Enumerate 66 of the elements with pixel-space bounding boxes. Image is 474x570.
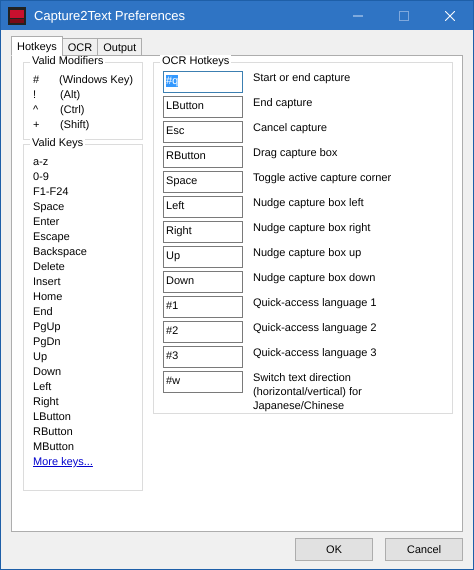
hotkey-label: End capture xyxy=(253,96,314,110)
modifier-symbol: # xyxy=(33,73,40,88)
hotkey-label: Toggle active capture corner xyxy=(253,171,392,185)
hotkey-label: Nudge capture box up xyxy=(253,246,362,260)
key-name: RButton xyxy=(33,425,74,440)
window-title: Capture2Text Preferences xyxy=(34,8,186,23)
hotkey-label: Switch text direction (horizontal/vertical) for Japanese/Chinese xyxy=(253,371,363,413)
key-name: Home xyxy=(33,290,64,305)
group-title: Valid Modifiers xyxy=(30,55,106,67)
key-name: PgUp xyxy=(33,320,62,335)
key-name: Escape xyxy=(33,230,71,245)
hotkey-field[interactable]: #2 xyxy=(163,321,243,343)
hotkey-field[interactable]: #1 xyxy=(163,296,243,318)
key-name: Enter xyxy=(33,215,60,230)
hotkey-label: Nudge capture box right xyxy=(253,221,372,235)
hotkey-label: Nudge capture box left xyxy=(253,196,365,210)
app-icon xyxy=(8,6,26,24)
key-name: Insert xyxy=(33,275,62,290)
hotkey-field[interactable]: RButton xyxy=(163,146,243,168)
key-name: Backspace xyxy=(33,245,88,260)
key-name: Delete xyxy=(33,260,66,275)
more-keys-link[interactable]: More keys... xyxy=(33,455,93,470)
modifier-name: (Alt) xyxy=(60,88,80,103)
hotkey-field[interactable]: Up xyxy=(163,246,243,268)
tab[interactable]: Output xyxy=(97,38,142,56)
hotkey-label: Quick-access language 3 xyxy=(253,346,378,360)
key-name: Up xyxy=(33,350,48,365)
hotkey-field[interactable]: Right xyxy=(163,221,243,243)
group-title: OCR Hotkeys xyxy=(160,55,232,67)
dialog-button[interactable]: Cancel xyxy=(385,538,463,561)
tab[interactable]: OCR xyxy=(62,38,98,56)
key-name: Down xyxy=(33,365,62,380)
key-name: 0-9 xyxy=(33,170,50,185)
maximize-icon xyxy=(399,10,409,20)
key-name: F1-F24 xyxy=(33,185,70,200)
hotkey-field[interactable]: LButton xyxy=(163,96,243,118)
modifier-symbol: ^ xyxy=(33,103,40,118)
modifier-name: (Shift) xyxy=(60,118,90,133)
key-name: PgDn xyxy=(33,335,62,350)
key-name: Right xyxy=(33,395,60,410)
tab[interactable]: Hotkeys xyxy=(11,36,63,56)
hotkey-label: Start or end capture xyxy=(253,71,352,85)
key-name: MButton xyxy=(33,440,75,455)
key-name: LButton xyxy=(33,410,72,425)
modifier-symbol: + xyxy=(33,118,40,133)
hotkey-label: Quick-access language 2 xyxy=(253,321,378,335)
close-icon xyxy=(445,10,455,20)
key-name: Left xyxy=(33,380,52,395)
modifier-name: (Ctrl) xyxy=(60,103,84,118)
hotkey-field[interactable]: Space xyxy=(163,171,243,193)
key-name: Space xyxy=(33,200,66,215)
dialog-button[interactable]: OK xyxy=(295,538,373,561)
hotkey-label: Cancel capture xyxy=(253,121,328,135)
hotkey-label: Drag capture box xyxy=(253,146,338,160)
hotkey-field[interactable]: #w xyxy=(163,371,243,393)
group-title: Valid Keys xyxy=(30,137,86,149)
hotkey-field[interactable]: Down xyxy=(163,271,243,293)
hotkey-label: Quick-access language 1 xyxy=(253,296,378,310)
modifier-symbol: ! xyxy=(33,88,38,103)
hotkey-field[interactable]: Esc xyxy=(163,121,243,143)
key-name: End xyxy=(33,305,54,320)
hotkey-field[interactable]: #3 xyxy=(163,346,243,368)
key-name: a-z xyxy=(33,155,50,170)
hotkey-label: Nudge capture box down xyxy=(253,271,376,285)
modifier-name: (Windows Key) xyxy=(59,73,133,88)
hotkey-field[interactable]: Left xyxy=(163,196,243,218)
